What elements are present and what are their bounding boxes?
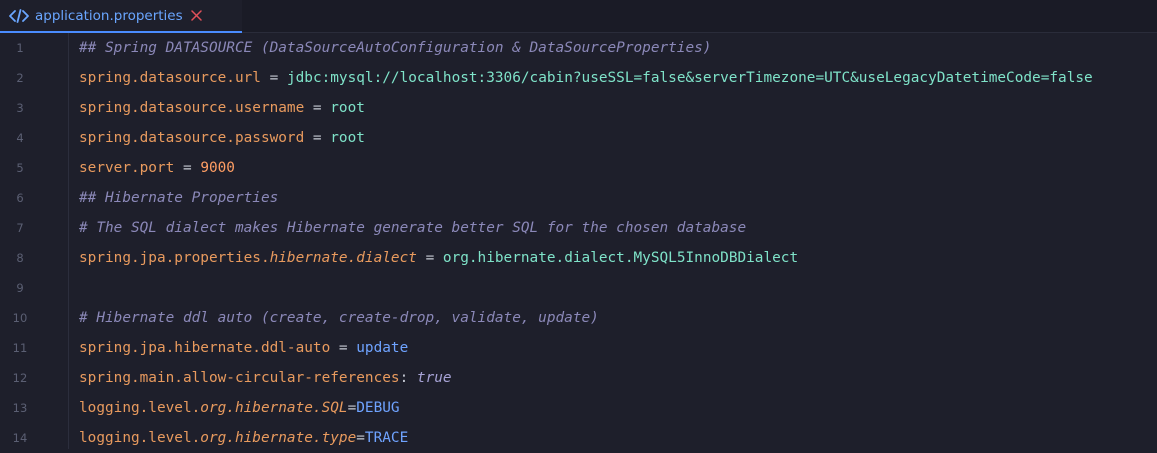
- token: org.hibernate.dialect.MySQL5InnoDBDialec…: [442, 250, 799, 266]
- code-line[interactable]: 3 spring.datasource.username = root: [0, 93, 1157, 123]
- token: spring.jpa.properties.: [79, 250, 270, 266]
- line-number: 2: [16, 71, 24, 85]
- line-number: 6: [16, 191, 24, 205]
- line-number: 11: [12, 341, 28, 355]
- code-text: spring.datasource.username = root: [79, 100, 365, 116]
- line-number: 3: [16, 101, 24, 115]
- code-text: spring.datasource.password = root: [79, 130, 365, 146]
- close-icon[interactable]: [190, 10, 203, 22]
- code-editor[interactable]: 1 ## Spring DATASOURCE (DataSourceAutoCon…: [0, 33, 1157, 449]
- token: 9000: [200, 160, 235, 176]
- token: logging.level.: [79, 430, 201, 446]
- token: DEBUG: [356, 400, 400, 416]
- code-line[interactable]: 2 spring.datasource.url = jdbc:mysql://lo…: [0, 63, 1157, 93]
- token: logging.level.: [79, 400, 201, 416]
- token: # Hibernate ddl auto (create, create-dro…: [79, 310, 599, 326]
- code-line[interactable]: 4 spring.datasource.password = root: [0, 123, 1157, 153]
- tab-title: application.properties: [35, 7, 183, 24]
- code-text: # Hibernate ddl auto (create, create-dro…: [79, 310, 599, 326]
- token: =: [330, 340, 357, 356]
- token: =: [304, 100, 331, 116]
- code-text: ## Hibernate Properties: [79, 190, 278, 206]
- line-number: 9: [16, 281, 24, 295]
- token: TRACE: [364, 430, 409, 446]
- code-text: logging.level.org.hibernate.SQL=DEBUG: [79, 400, 400, 416]
- code-line[interactable]: 8 spring.jpa.properties.hibernate.dialect…: [0, 243, 1157, 273]
- token: org.hibernate.type: [200, 430, 357, 446]
- line-number: 4: [16, 131, 24, 145]
- token: =: [174, 160, 201, 176]
- code-line[interactable]: 9: [0, 273, 1157, 303]
- code-text: server.port = 9000: [79, 160, 235, 176]
- line-number: 14: [12, 431, 28, 445]
- token: spring.jpa.hibernate.ddl-auto: [79, 340, 331, 356]
- code-text: ## Spring DATASOURCE (DataSourceAutoConf…: [79, 40, 711, 56]
- token: true: [416, 370, 452, 386]
- line-number: 5: [16, 161, 24, 175]
- code-line[interactable]: 7 # The SQL dialect makes Hibernate gener…: [0, 213, 1157, 243]
- code-line[interactable]: 6 ## Hibernate Properties: [0, 183, 1157, 213]
- token: =: [356, 430, 365, 446]
- token: =: [260, 70, 287, 86]
- line-number: 13: [12, 401, 28, 415]
- token: =: [347, 400, 357, 416]
- line-number: 12: [12, 371, 28, 385]
- code-text: # The SQL dialect makes Hibernate genera…: [79, 220, 746, 236]
- line-number: 10: [12, 311, 28, 325]
- line-number: 7: [16, 221, 24, 235]
- tab-application-properties[interactable]: application.properties: [0, 0, 242, 33]
- code-text: spring.jpa.hibernate.ddl-auto = update: [79, 340, 408, 356]
- code-line[interactable]: 13 logging.level.org.hibernate.SQL=DEBUG: [0, 393, 1157, 423]
- token: :: [399, 370, 417, 386]
- token: =: [416, 250, 443, 266]
- line-number: 8: [16, 251, 24, 265]
- token: root: [330, 100, 365, 116]
- token: spring.main.allow-circular-references: [79, 370, 400, 386]
- token: spring.datasource.password: [79, 130, 305, 146]
- token: update: [356, 340, 409, 356]
- token: ## Hibernate Properties: [79, 190, 279, 206]
- code-line[interactable]: 10 # Hibernate ddl auto (create, create-d…: [0, 303, 1157, 333]
- code-line[interactable]: 11 spring.jpa.hibernate.ddl-auto = update: [0, 333, 1157, 363]
- token: server.port: [79, 160, 175, 176]
- code-text: logging.level.org.hibernate.type=TRACE: [79, 430, 408, 446]
- code-text: spring.datasource.url = jdbc:mysql://loc…: [79, 70, 1093, 86]
- token: # The SQL dialect makes Hibernate genera…: [79, 220, 747, 236]
- token: jdbc:mysql://localhost:3306/cabin?useSSL…: [286, 70, 1093, 86]
- code-line[interactable]: 5 server.port = 9000: [0, 153, 1157, 183]
- token: root: [330, 130, 365, 146]
- code-text: spring.jpa.properties.hibernate.dialect …: [79, 250, 798, 266]
- code-icon: [9, 7, 31, 25]
- token: ## Spring DATASOURCE (DataSourceAutoConf…: [79, 40, 712, 56]
- code-line[interactable]: 1 ## Spring DATASOURCE (DataSourceAutoCon…: [0, 33, 1157, 63]
- tab-bar: application.properties: [0, 0, 1157, 33]
- code-line[interactable]: 12 spring.main.allow-circular-references:…: [0, 363, 1157, 393]
- token: =: [304, 130, 331, 146]
- line-number: 1: [16, 41, 24, 55]
- token: spring.datasource.url: [79, 70, 261, 86]
- token: org.hibernate.SQL: [200, 400, 348, 416]
- code-text: spring.main.allow-circular-references: t…: [79, 370, 452, 386]
- token: spring.datasource.username: [79, 100, 305, 116]
- token: hibernate.dialect: [269, 250, 417, 266]
